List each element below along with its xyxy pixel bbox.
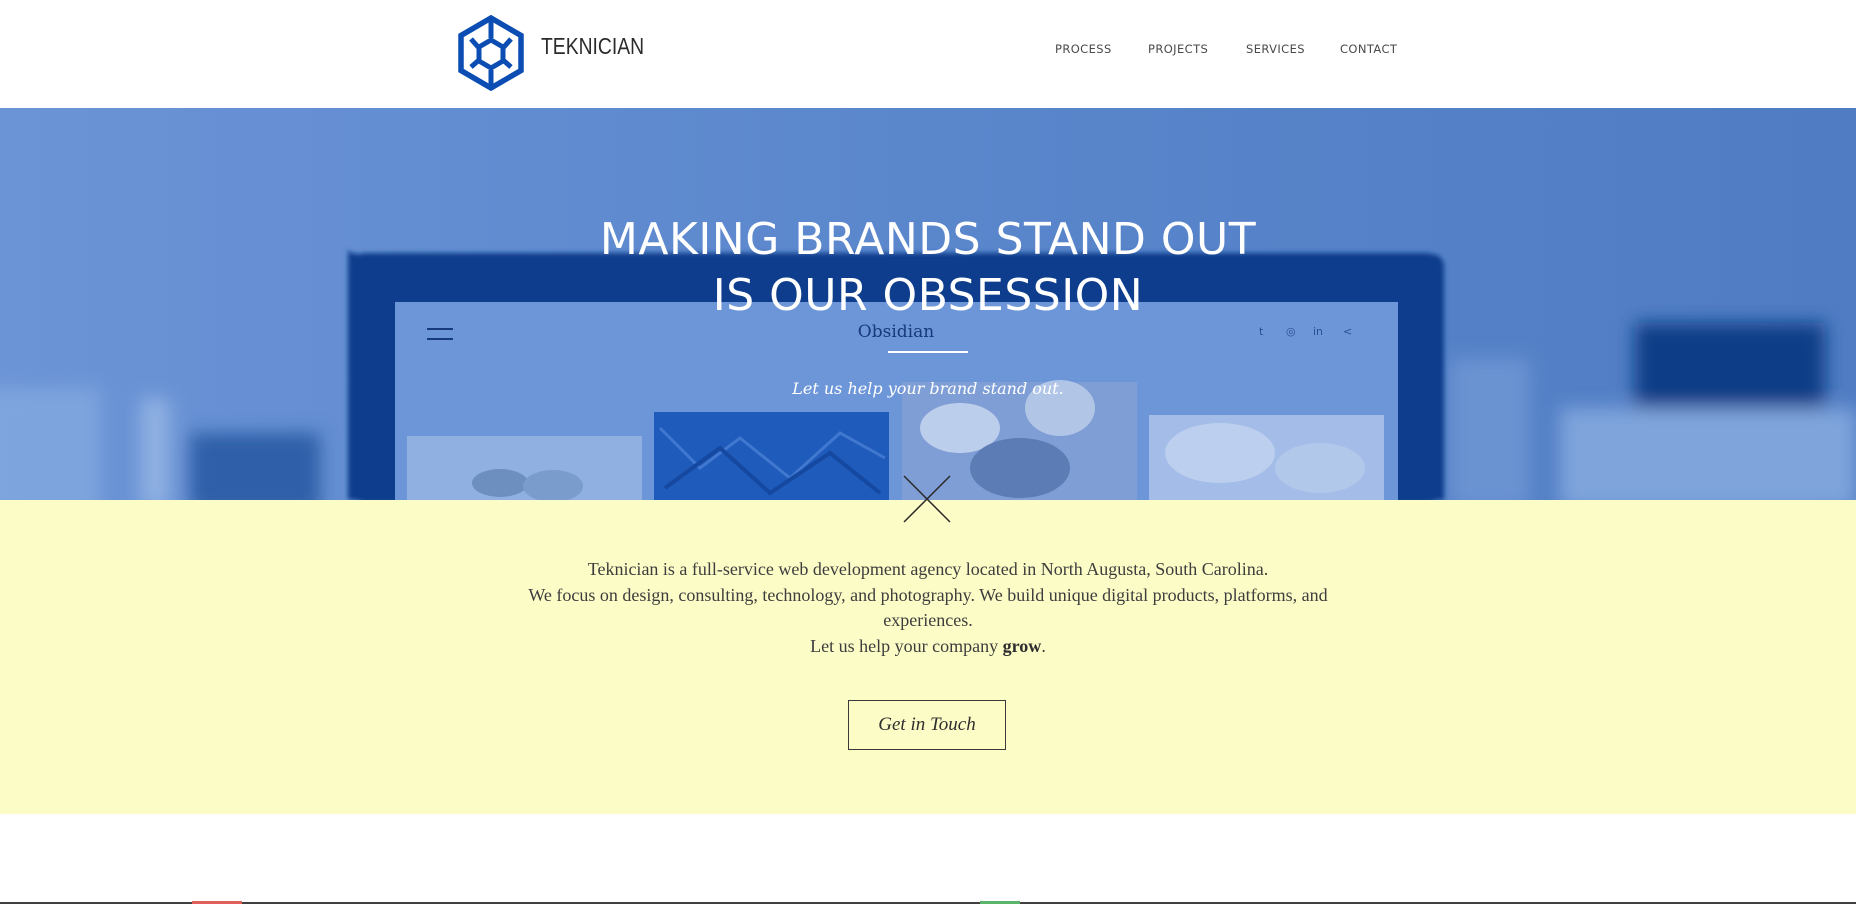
hero-banner: Obsidian t ◎ in < Let us help your brand… bbox=[0, 108, 1856, 500]
intro-line-1: Teknician is a full-service web developm… bbox=[587, 559, 1269, 579]
intro-line-3-prefix: Let us help your company bbox=[810, 635, 999, 656]
share-icon: < bbox=[1343, 325, 1353, 338]
intro-text: Teknician is a full-service web developm… bbox=[0, 557, 1856, 659]
get-in-touch-button[interactable]: Get in Touch bbox=[848, 700, 1006, 750]
nav-services[interactable]: SERVICES bbox=[1246, 42, 1305, 56]
nav-contact[interactable]: CONTACT bbox=[1340, 42, 1397, 56]
site-header: TEKNICIAN PROCESS PROJECTS SERVICES CONT… bbox=[0, 0, 1856, 108]
mockup-site-name: Obsidian bbox=[857, 322, 935, 342]
linkedin-icon: in bbox=[1313, 325, 1324, 338]
nav-process[interactable]: PROCESS bbox=[1055, 42, 1112, 56]
intro-line-2: We focus on design, consulting, technolo… bbox=[528, 584, 1328, 631]
intro-line-3-bold: grow bbox=[1002, 635, 1042, 656]
hexagon-logo-icon[interactable] bbox=[457, 15, 525, 91]
instagram-icon: ◎ bbox=[1286, 325, 1296, 338]
close-icon[interactable] bbox=[902, 474, 952, 524]
intro-line-3: Let us help your company grow. bbox=[0, 634, 1856, 660]
intro-line-3-suffix: . bbox=[1041, 635, 1046, 656]
mockup-tagline: Let us help your brand stand out. bbox=[792, 379, 1064, 398]
twitter-icon: t bbox=[1259, 325, 1264, 338]
intro-section: Teknician is a full-service web developm… bbox=[0, 500, 1856, 814]
hero-title-line-1: MAKING BRANDS STAND OUT bbox=[599, 214, 1257, 265]
hero-title-line-2: IS OUR OBSESSION bbox=[712, 270, 1144, 321]
brand-name[interactable]: TEKNICIAN bbox=[541, 33, 644, 60]
nav-projects[interactable]: PROJECTS bbox=[1148, 42, 1208, 56]
